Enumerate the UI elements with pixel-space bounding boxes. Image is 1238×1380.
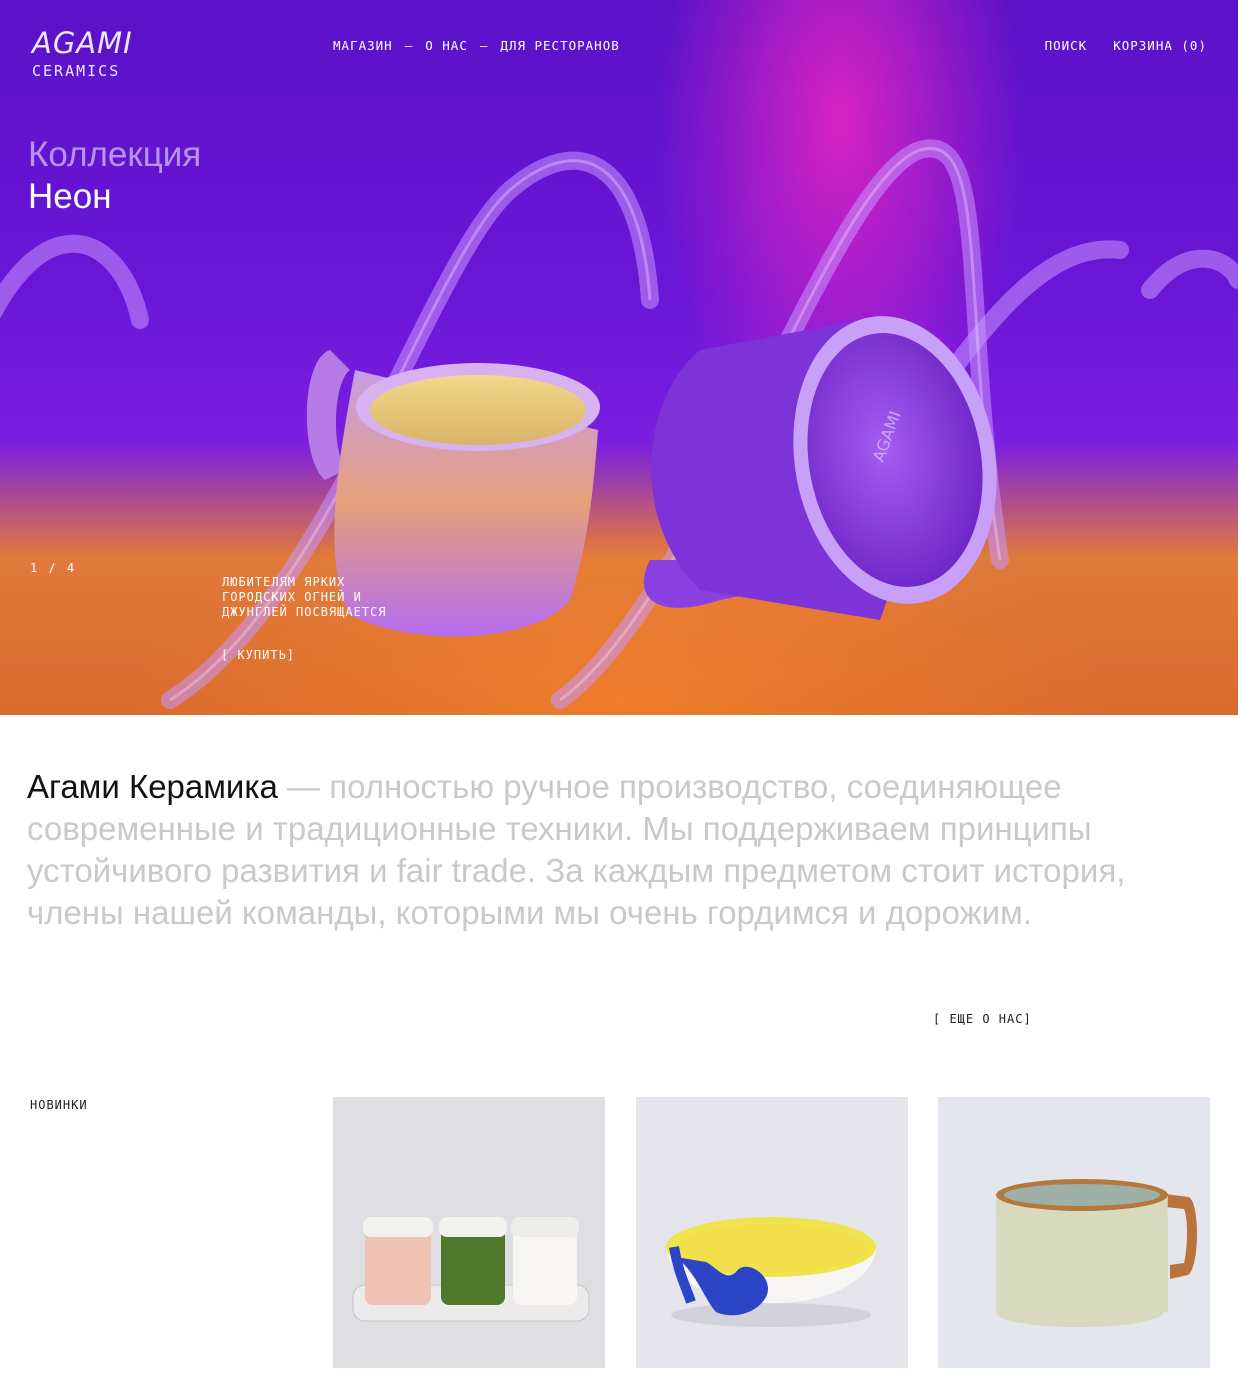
logo-brand: AGAMI bbox=[32, 26, 133, 60]
product-image-bowl bbox=[636, 1097, 908, 1368]
about-text: Агами Керамика — полностью ручное произв… bbox=[27, 766, 1212, 934]
buy-button[interactable]: [ КУПИТЬ] bbox=[221, 648, 295, 662]
hero-banner: AGAMI AGAMI CERAMICS МАГАЗИН — О НАС — Д… bbox=[0, 0, 1238, 715]
product-card[interactable] bbox=[333, 1097, 605, 1368]
nav-about[interactable]: О НАС bbox=[425, 38, 468, 53]
product-card[interactable] bbox=[938, 1097, 1210, 1368]
nav-separator: — bbox=[479, 38, 489, 53]
nav-shop[interactable]: МАГАЗИН bbox=[333, 38, 393, 53]
utility-nav: ПОИСК КОРЗИНА (0) bbox=[1045, 38, 1207, 53]
collection-prefix: Коллекция bbox=[28, 135, 202, 174]
collection-title: Коллекция Неон bbox=[28, 134, 201, 218]
search-link[interactable]: ПОИСК bbox=[1045, 38, 1088, 53]
cart-link[interactable]: КОРЗИНА (0) bbox=[1113, 38, 1207, 53]
logo-subtitle: CERAMICS bbox=[32, 62, 121, 80]
nav-restaurants[interactable]: ДЛЯ РЕСТОРАНОВ bbox=[500, 38, 619, 53]
about-brand: Агами Керамика bbox=[27, 768, 278, 805]
main-nav: МАГАЗИН — О НАС — ДЛЯ РЕСТОРАНОВ bbox=[333, 38, 620, 53]
product-image-mug bbox=[938, 1097, 1210, 1368]
slide-counter: 1 / 4 bbox=[30, 561, 77, 575]
collection-name: Неон bbox=[28, 177, 112, 216]
product-image-jars bbox=[333, 1097, 605, 1368]
more-about-link[interactable]: [ ЕЩЕ О НАС] bbox=[933, 1012, 1032, 1026]
product-card[interactable] bbox=[636, 1097, 908, 1368]
hero-photo: AGAMI bbox=[0, 139, 1238, 709]
nav-separator: — bbox=[404, 38, 414, 53]
new-items-label: НОВИНКИ bbox=[30, 1098, 88, 1112]
logo[interactable]: AGAMI CERAMICS bbox=[32, 28, 133, 80]
hero-tagline: ЛЮБИТЕЛЯМ ЯРКИХ ГОРОДСКИХ ОГНЕЙ И ДЖУНГЛ… bbox=[222, 575, 387, 619]
